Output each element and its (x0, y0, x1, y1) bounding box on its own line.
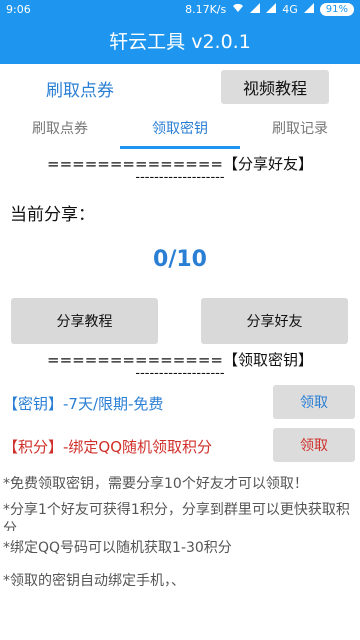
note-share-points: *分享1个好友可获得1积分，分享到群里可以更快获取积分 (3, 502, 350, 531)
tab-bar: 刷取点券 领取密钥 刷取记录 (0, 112, 360, 149)
status-bar: 9:06 8.17K/s 4G 91% (0, 0, 360, 20)
claim-free-key-button[interactable]: 领取 (273, 385, 355, 419)
key-row-free: 【密钥】-7天/限期-免费 领取 (0, 385, 360, 421)
network-speed: 8.17K/s (185, 3, 227, 16)
key-section-underline: ------------------- (135, 366, 225, 381)
free-key-label: 【密钥】-7天/限期-免费 (3, 395, 164, 413)
share-friend-button[interactable]: 分享好友 (201, 298, 348, 344)
current-share-label: 当前分享： (10, 205, 95, 225)
note-free-key: *免费领取密钥，需要分享10个好友才可以领取！ (3, 476, 308, 492)
top-row: 刷取点券 视频教程 (0, 64, 360, 110)
tab-records[interactable]: 刷取记录 (272, 118, 328, 138)
status-right: 8.17K/s 4G 91% (185, 3, 354, 16)
tab-indicator (120, 146, 240, 149)
tab-claim-key[interactable]: 领取密钥 (152, 118, 208, 138)
signal-icon-3 (303, 3, 314, 16)
key-row-points: 【积分】-绑定QQ随机领取积分 领取 (0, 428, 360, 464)
tab-brush-coupons[interactable]: 刷取点券 (32, 118, 88, 138)
signal-icon-2 (266, 3, 277, 16)
share-count: 0/10 (153, 247, 207, 272)
section-title: 刷取点券 (46, 81, 114, 101)
points-label: 【积分】-绑定QQ随机领取积分 (3, 438, 213, 456)
share-tutorial-button[interactable]: 分享教程 (11, 298, 158, 344)
network-type: 4G (282, 3, 298, 16)
video-tutorial-button[interactable]: 视频教程 (221, 70, 329, 104)
claim-points-button[interactable]: 领取 (273, 428, 355, 462)
app-title: 轩云工具 v2.0.1 (109, 31, 251, 53)
status-time: 9:06 (6, 3, 31, 16)
note-auto-bind: *领取的密钥自动绑定手机，、 (3, 573, 185, 589)
wifi-icon (232, 3, 244, 16)
share-section-underline: ------------------- (135, 170, 225, 185)
note-bind-qq: *绑定QQ号码可以随机获取1-30积分 (3, 540, 232, 556)
app-bar: 轩云工具 v2.0.1 (0, 20, 360, 64)
signal-icon (250, 3, 261, 16)
battery-indicator: 91% (319, 3, 354, 16)
